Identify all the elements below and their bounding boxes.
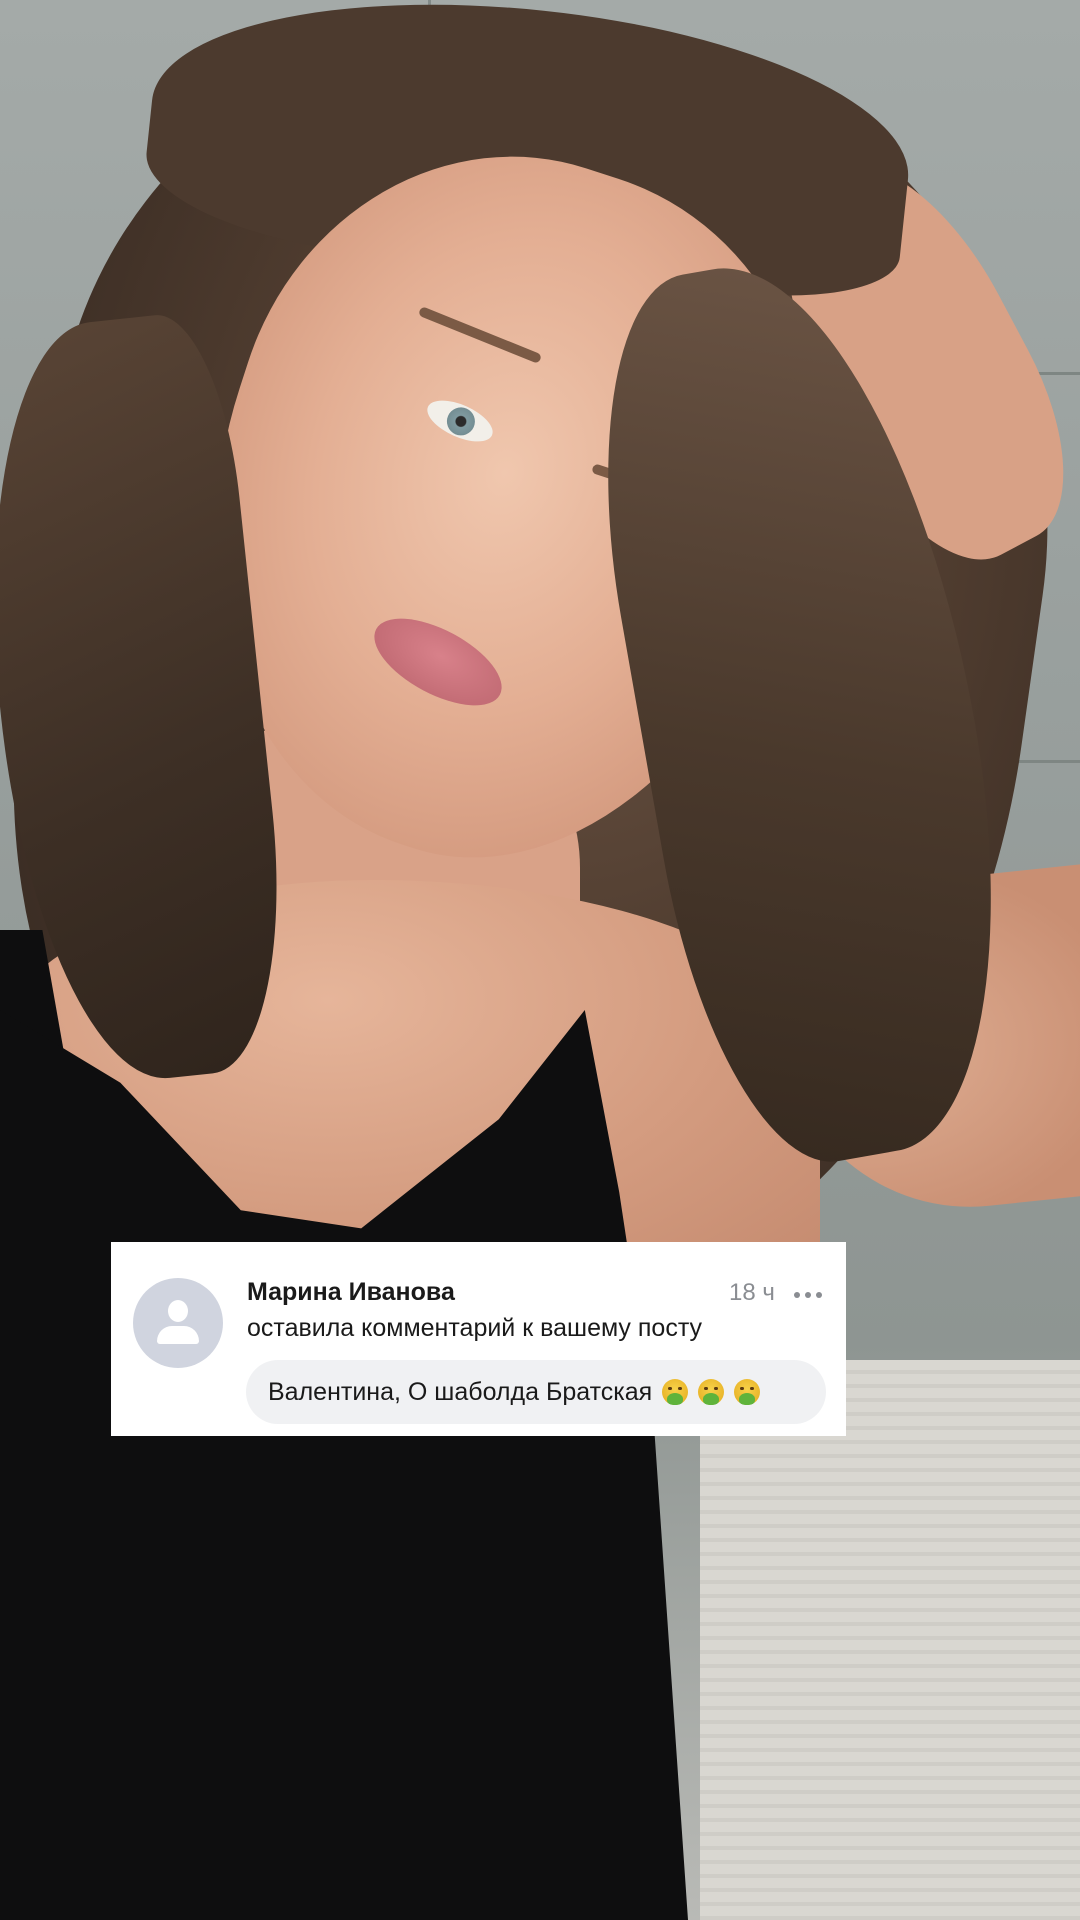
comment-bubble[interactable]: Валентина, О шаболда Братская bbox=[246, 1360, 826, 1424]
more-options-icon[interactable] bbox=[794, 1292, 824, 1300]
nauseated-face-emoji-icon bbox=[734, 1379, 761, 1405]
avatar-head bbox=[168, 1300, 188, 1322]
avatar-body bbox=[157, 1326, 199, 1344]
default-user-avatar-icon[interactable] bbox=[133, 1278, 223, 1368]
author-name[interactable]: Марина Иванова bbox=[247, 1278, 455, 1307]
notification-time: 18 ч bbox=[729, 1279, 775, 1306]
video-background bbox=[0, 0, 1080, 1920]
comment-text: Валентина, О шаболда Братская bbox=[268, 1377, 653, 1406]
nauseated-face-emoji-icon bbox=[662, 1379, 689, 1405]
comment-notification-card[interactable]: Марина Иванова 18 ч оставила комментарий… bbox=[111, 1242, 846, 1436]
notification-action-text: оставила комментарий к вашему посту bbox=[247, 1314, 703, 1342]
bed-sheet bbox=[700, 1360, 1080, 1920]
nauseated-face-emoji-icon bbox=[698, 1379, 725, 1405]
